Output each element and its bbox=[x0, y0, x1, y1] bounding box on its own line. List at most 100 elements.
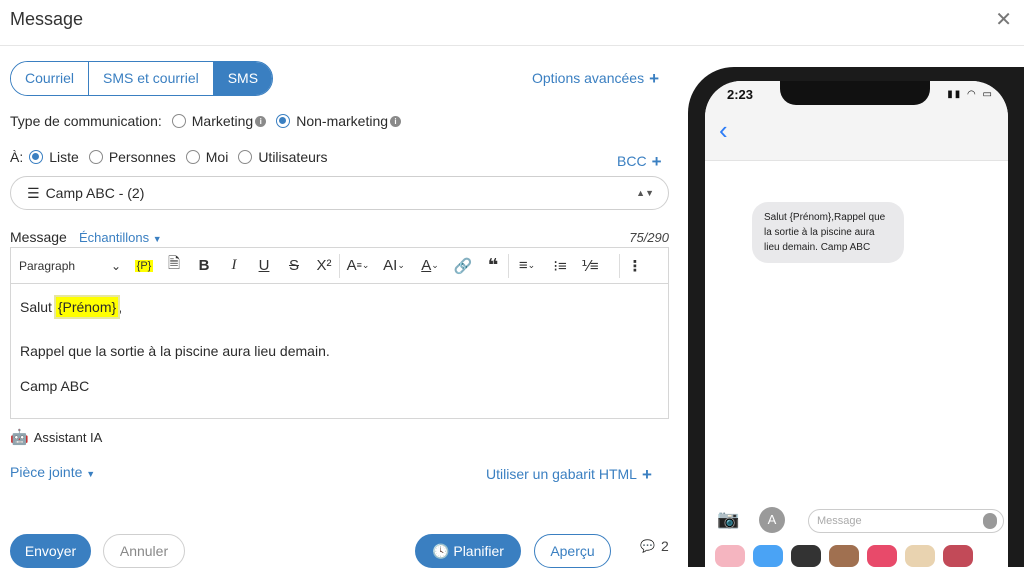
greeting-text: Salut bbox=[20, 299, 52, 315]
clock-icon: 🕓 bbox=[432, 543, 450, 559]
firstname-placeholder[interactable]: {Prénom} bbox=[53, 295, 121, 319]
recipients-row: À: Liste Personnes Moi Utilisateurs bbox=[10, 149, 328, 165]
advanced-options-link[interactable]: Options avancées + bbox=[532, 68, 659, 88]
preview-button[interactable]: Aperçu bbox=[534, 534, 611, 568]
phone-status-bar: 2:23 ▮▮ ◠ ▭ ‹ bbox=[705, 81, 1008, 161]
modal-header: Message ✕ bbox=[0, 0, 1024, 46]
editor-toolbar: Paragraph ⌄ {P} 🗎 B I U S X² A ≡⌄ AI ⌄ A ⌄ … bbox=[10, 247, 669, 284]
schedule-label: Planifier bbox=[453, 543, 504, 559]
non-marketing-label: Non-marketing bbox=[296, 113, 389, 129]
close-icon[interactable]: ✕ bbox=[995, 7, 1012, 32]
align-icon[interactable]: ≡ ⌄ bbox=[509, 247, 545, 284]
applepay-app-icon bbox=[791, 545, 821, 567]
sms-count: 💬 2 bbox=[640, 538, 669, 554]
underline-icon[interactable]: U bbox=[249, 247, 279, 284]
samples-label: Échantillons bbox=[79, 230, 150, 245]
numbered-list-icon[interactable]: ⅟≡ bbox=[575, 247, 605, 284]
phone-preview: 2:23 ▮▮ ◠ ▭ ‹ Salut {Prénom},Rappel que … bbox=[688, 67, 1024, 571]
tab-sms-et-courriel[interactable]: SMS et courriel bbox=[89, 62, 214, 95]
bold-icon[interactable]: B bbox=[189, 247, 219, 284]
paragraph-select[interactable]: Paragraph ⌄ bbox=[11, 247, 129, 284]
plus-icon: + bbox=[649, 69, 660, 88]
radio-liste[interactable] bbox=[29, 150, 44, 164]
personnes-label: Personnes bbox=[108, 149, 176, 165]
paragraph-label: Paragraph bbox=[19, 258, 76, 273]
list-select[interactable]: ☰ Camp ABC - (2) ▲▼ bbox=[10, 176, 669, 210]
info-icon[interactable]: i bbox=[255, 115, 267, 127]
phone-input-bar: 📷 A Message bbox=[705, 501, 1008, 541]
list-icon: ☰ bbox=[27, 185, 40, 201]
animoji-app-icon bbox=[905, 545, 935, 567]
advanced-options-label: Options avancées bbox=[532, 70, 645, 86]
utilisateurs-label: Utilisateurs bbox=[258, 149, 328, 165]
radio-utilisateurs[interactable] bbox=[238, 150, 253, 164]
bcc-link[interactable]: BCC + bbox=[617, 151, 662, 171]
sms-preview-bubble: Salut {Prénom},Rappel que la sortie à la… bbox=[752, 202, 904, 263]
signal-wifi-battery-icon: ▮▮ ◠ ▭ bbox=[947, 89, 994, 100]
camera-icon: 📷 bbox=[717, 509, 740, 529]
mic-icon bbox=[983, 513, 997, 529]
italic-icon[interactable]: I bbox=[219, 247, 249, 284]
ai-assistant-button[interactable]: 🤖 Assistant IA bbox=[10, 428, 102, 446]
attachment-dropdown[interactable]: Pièce jointe ▼ bbox=[10, 464, 95, 480]
superscript-icon[interactable]: X² bbox=[309, 247, 339, 284]
modal-title: Message bbox=[10, 9, 84, 29]
editor-line-greeting: Salut {Prénom}, bbox=[20, 295, 123, 319]
back-chevron-icon[interactable]: ‹ bbox=[719, 115, 728, 146]
phone-app-strip bbox=[705, 541, 1008, 571]
robot-icon: 🤖 bbox=[10, 429, 29, 446]
line-height-icon[interactable]: AI ⌄ bbox=[376, 247, 412, 284]
plus-icon: + bbox=[651, 152, 662, 171]
strikethrough-icon[interactable]: S bbox=[279, 247, 309, 284]
samples-dropdown[interactable]: Échantillons ▼ bbox=[79, 230, 162, 245]
attachment-label: Pièce jointe bbox=[10, 464, 83, 480]
radio-moi[interactable] bbox=[185, 150, 200, 164]
phone-time: 2:23 bbox=[727, 87, 754, 102]
plus-icon: + bbox=[641, 465, 652, 484]
tab-courriel[interactable]: Courriel bbox=[11, 62, 90, 95]
heart-app-icon bbox=[943, 545, 973, 567]
radio-personnes[interactable] bbox=[88, 150, 103, 164]
to-label: À: bbox=[10, 149, 24, 165]
caret-down-icon: ▼ bbox=[86, 469, 96, 479]
editor-line-reminder: Rappel que la sortie à la piscine aura l… bbox=[20, 343, 330, 359]
search-app-icon bbox=[867, 545, 897, 567]
char-counter: 75/290 bbox=[629, 230, 669, 245]
message-editor[interactable]: Salut {Prénom}, Rappel que la sortie à l… bbox=[10, 283, 669, 419]
info-icon[interactable]: i bbox=[390, 115, 402, 127]
placeholder-tag-button[interactable]: {P} bbox=[129, 247, 159, 284]
appstore-app-icon bbox=[753, 545, 783, 567]
radio-marketing[interactable] bbox=[171, 114, 186, 128]
bcc-label: BCC bbox=[617, 153, 647, 169]
quote-icon[interactable]: ❝ bbox=[478, 247, 508, 284]
appstore-icon: A bbox=[759, 507, 785, 533]
more-options-icon[interactable]: ⋮ bbox=[620, 247, 650, 284]
bullet-list-icon[interactable]: ⁝≡ bbox=[545, 247, 575, 284]
schedule-button[interactable]: 🕓 Planifier bbox=[415, 534, 521, 568]
font-color-icon[interactable]: A ⌄ bbox=[412, 247, 448, 284]
marketing-label: Marketing bbox=[191, 113, 254, 129]
radio-non-marketing[interactable] bbox=[276, 114, 291, 128]
html-template-label: Utiliser un gabarit HTML bbox=[486, 466, 637, 482]
link-icon[interactable]: 🔗 bbox=[448, 247, 478, 284]
send-button[interactable]: Envoyer bbox=[10, 534, 91, 568]
memoji-app-icon bbox=[829, 545, 859, 567]
phone-message-input: Message bbox=[808, 509, 1004, 533]
html-template-link[interactable]: Utiliser un gabarit HTML + bbox=[486, 464, 652, 484]
editor-line-signature: Camp ABC bbox=[20, 378, 90, 394]
comm-type-row: Type de communication: Marketing i Non-m… bbox=[10, 113, 402, 129]
phone-screen: 2:23 ▮▮ ◠ ▭ ‹ Salut {Prénom},Rappel que … bbox=[705, 81, 1008, 571]
tab-sms[interactable]: SMS bbox=[213, 62, 273, 95]
sort-caret-icon: ▲▼ bbox=[636, 188, 654, 198]
cancel-button[interactable]: Annuler bbox=[103, 534, 185, 568]
sms-count-value: 2 bbox=[660, 538, 669, 554]
message-label: Message bbox=[10, 229, 67, 245]
chevron-down-icon: ⌄ bbox=[110, 258, 121, 273]
moi-label: Moi bbox=[205, 149, 229, 165]
comma-text: , bbox=[118, 299, 123, 315]
document-icon[interactable]: 🗎 bbox=[159, 247, 189, 284]
ai-assistant-label: Assistant IA bbox=[33, 429, 103, 445]
font-size-icon[interactable]: A ≡⌄ bbox=[340, 247, 376, 284]
photos-app-icon bbox=[715, 545, 745, 567]
phone-input-placeholder: Message bbox=[817, 515, 862, 527]
